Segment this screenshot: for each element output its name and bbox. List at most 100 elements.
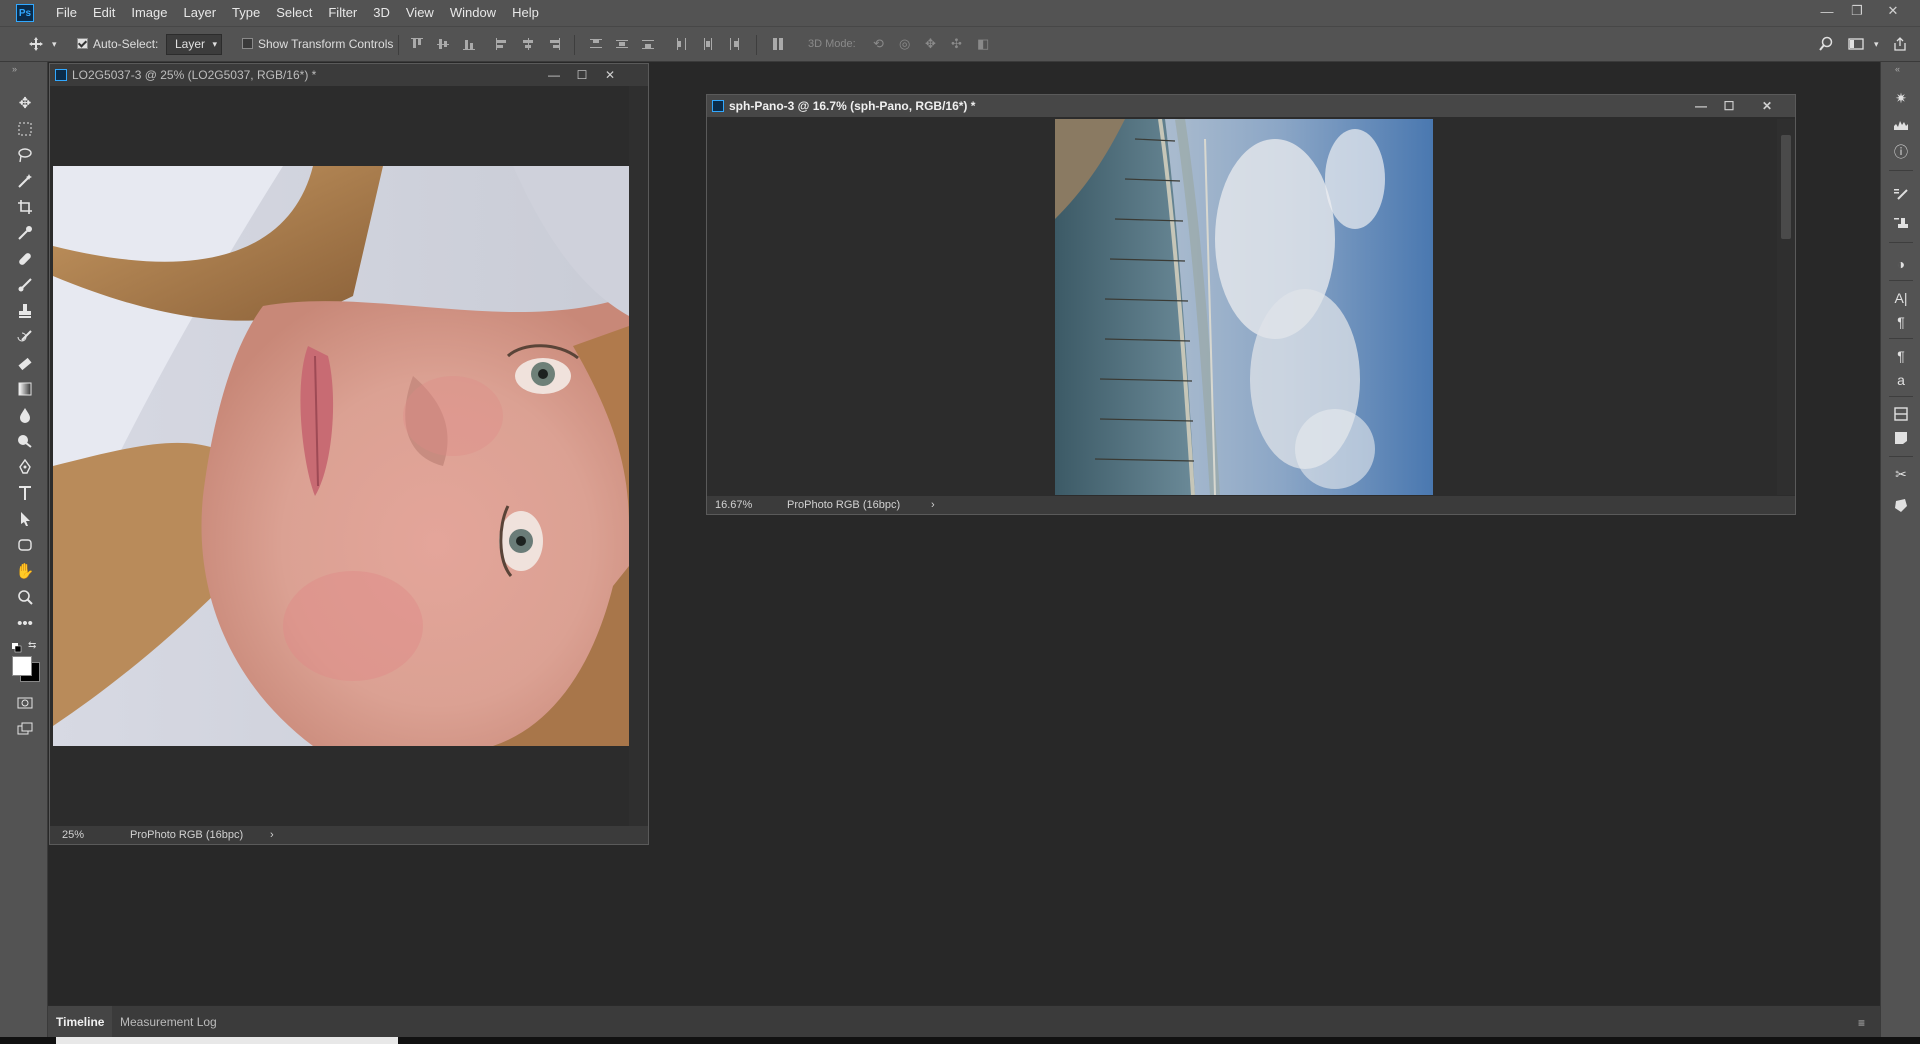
clone-source-panel-icon[interactable]	[1891, 214, 1911, 234]
menu-window[interactable]: Window	[442, 0, 504, 26]
status-menu-arrow[interactable]: ›	[931, 496, 935, 514]
magic-wand-tool-icon[interactable]	[14, 170, 36, 192]
lasso-tool-icon[interactable]	[14, 144, 36, 166]
tool-presets-panel-icon[interactable]: ✂	[1891, 464, 1911, 484]
zoom-level[interactable]: 16.67%	[715, 496, 752, 514]
panel-menu-icon[interactable]: ≡	[1858, 1016, 1865, 1030]
align-left-icon[interactable]	[494, 36, 510, 52]
preset-dropdown-icon[interactable]: ▾	[52, 27, 57, 61]
eraser-tool-icon[interactable]	[14, 352, 36, 374]
quick-mask-icon[interactable]	[14, 692, 36, 714]
default-colors-icon[interactable]	[12, 640, 22, 653]
share-icon[interactable]	[1892, 36, 1908, 52]
maximize-document-icon[interactable]: ☐	[572, 64, 592, 86]
maximize-document-icon[interactable]: ☐	[1719, 95, 1739, 117]
distribute-vertical-center-icon[interactable]	[614, 36, 630, 52]
close-document-icon[interactable]: ✕	[600, 64, 620, 86]
menu-help[interactable]: Help	[504, 0, 547, 26]
swap-colors-icon[interactable]: ⇆	[28, 640, 36, 651]
info-panel-icon[interactable]: ⓘ	[1891, 142, 1911, 162]
menu-file[interactable]: File	[48, 0, 85, 26]
healing-brush-tool-icon[interactable]	[14, 248, 36, 270]
3d-pan-icon[interactable]: ✥	[925, 36, 941, 52]
3d-scale-icon[interactable]: ◧	[977, 36, 993, 52]
auto-select-checkbox[interactable]	[77, 38, 88, 49]
document-title-bar[interactable]: LO2G5037-3 @ 25% (LO2G5037, RGB/16*) * —…	[50, 64, 648, 86]
eyedropper-tool-icon[interactable]	[14, 222, 36, 244]
align-horizontal-center-icon[interactable]	[520, 36, 536, 52]
shape-tool-icon[interactable]	[14, 534, 36, 556]
menu-3d[interactable]: 3D	[365, 0, 398, 26]
align-right-icon[interactable]	[546, 36, 562, 52]
menu-view[interactable]: View	[398, 0, 442, 26]
paragraph-styles-panel-icon[interactable]: ¶	[1891, 346, 1911, 366]
show-transform-controls-checkbox[interactable]	[242, 38, 253, 49]
distribute-top-icon[interactable]	[588, 36, 604, 52]
collapse-panel-icon[interactable]: »	[12, 64, 17, 74]
3d-orbit-icon[interactable]: ⟲	[873, 36, 889, 52]
3d-slide-icon[interactable]: ✣	[951, 36, 967, 52]
distribute-horizontal-center-icon[interactable]	[700, 36, 716, 52]
tab-timeline[interactable]: Timeline	[48, 1006, 113, 1038]
move-tool-icon[interactable]: ✥	[14, 92, 36, 114]
pen-tool-icon[interactable]	[14, 456, 36, 478]
document-title-bar[interactable]: sph-Pano-3 @ 16.7% (sph-Pano, RGB/16*) *…	[707, 95, 1795, 117]
move-tool-preset-icon[interactable]	[28, 36, 44, 52]
menu-layer[interactable]: Layer	[176, 0, 225, 26]
menu-image[interactable]: Image	[123, 0, 175, 26]
align-top-icon[interactable]	[409, 36, 425, 52]
document-window-panorama[interactable]: sph-Pano-3 @ 16.7% (sph-Pano, RGB/16*) *…	[706, 94, 1796, 515]
notes-panel-icon[interactable]	[1891, 428, 1911, 448]
type-tool-icon[interactable]	[14, 482, 36, 504]
more-tools-icon[interactable]: •••	[14, 612, 36, 634]
close-document-icon[interactable]: ✕	[1757, 95, 1777, 117]
scrollbar-thumb[interactable]	[1781, 135, 1791, 239]
minimize-document-icon[interactable]: —	[1691, 95, 1711, 117]
menu-select[interactable]: Select	[268, 0, 320, 26]
foreground-color-swatch[interactable]	[12, 656, 32, 676]
tab-measurement-log[interactable]: Measurement Log	[112, 1006, 225, 1038]
expand-panels-icon[interactable]: «	[1895, 64, 1900, 74]
taskbar-item[interactable]	[56, 1037, 398, 1044]
vertical-scrollbar[interactable]	[629, 86, 648, 826]
3d-roll-icon[interactable]: ◎	[899, 36, 915, 52]
navigator-panel-icon[interactable]: ✷	[1891, 88, 1911, 108]
menu-filter[interactable]: Filter	[320, 0, 365, 26]
portrait-canvas[interactable]	[53, 166, 629, 746]
clone-stamp-tool-icon[interactable]	[14, 300, 36, 322]
paragraph-panel-icon[interactable]: ¶	[1891, 312, 1911, 332]
gradient-tool-icon[interactable]	[14, 378, 36, 400]
histogram-panel-icon[interactable]	[1891, 114, 1911, 134]
zoom-tool-icon[interactable]	[14, 586, 36, 608]
adjustments-panel-icon[interactable]: ◑	[1891, 254, 1911, 274]
align-bottom-icon[interactable]	[461, 36, 477, 52]
distribute-right-icon[interactable]	[726, 36, 742, 52]
distribute-left-icon[interactable]	[674, 36, 690, 52]
document-window-portrait[interactable]: LO2G5037-3 @ 25% (LO2G5037, RGB/16*) * —…	[49, 63, 649, 845]
hand-tool-icon[interactable]: ✋	[14, 560, 36, 582]
brush-tool-icon[interactable]	[14, 274, 36, 296]
restore-app-icon[interactable]: ❐	[1840, 0, 1874, 22]
layer-comps-panel-icon[interactable]	[1891, 404, 1911, 424]
zoom-level[interactable]: 25%	[62, 826, 84, 844]
actions-panel-icon[interactable]	[1891, 496, 1911, 516]
menu-edit[interactable]: Edit	[85, 0, 123, 26]
auto-select-target-dropdown[interactable]: Layer ▾	[166, 34, 222, 55]
marquee-tool-icon[interactable]	[14, 118, 36, 140]
close-app-icon[interactable]: ✕	[1876, 0, 1910, 22]
character-panel-icon[interactable]: A|	[1891, 288, 1911, 308]
dodge-tool-icon[interactable]	[14, 430, 36, 452]
minimize-document-icon[interactable]: —	[544, 64, 564, 86]
workspace-dropdown-icon[interactable]: ▾	[1874, 27, 1879, 61]
align-vertical-center-icon[interactable]	[435, 36, 451, 52]
search-icon[interactable]	[1818, 36, 1834, 52]
crop-tool-icon[interactable]	[14, 196, 36, 218]
path-selection-tool-icon[interactable]	[14, 508, 36, 530]
panorama-canvas[interactable]	[1055, 119, 1433, 495]
status-menu-arrow[interactable]: ›	[270, 826, 274, 844]
character-styles-panel-icon[interactable]: a	[1891, 370, 1911, 390]
screen-mode-icon[interactable]	[14, 718, 36, 740]
brush-settings-panel-icon[interactable]	[1891, 186, 1911, 206]
workspace-icon[interactable]	[1848, 36, 1864, 52]
menu-type[interactable]: Type	[224, 0, 268, 26]
